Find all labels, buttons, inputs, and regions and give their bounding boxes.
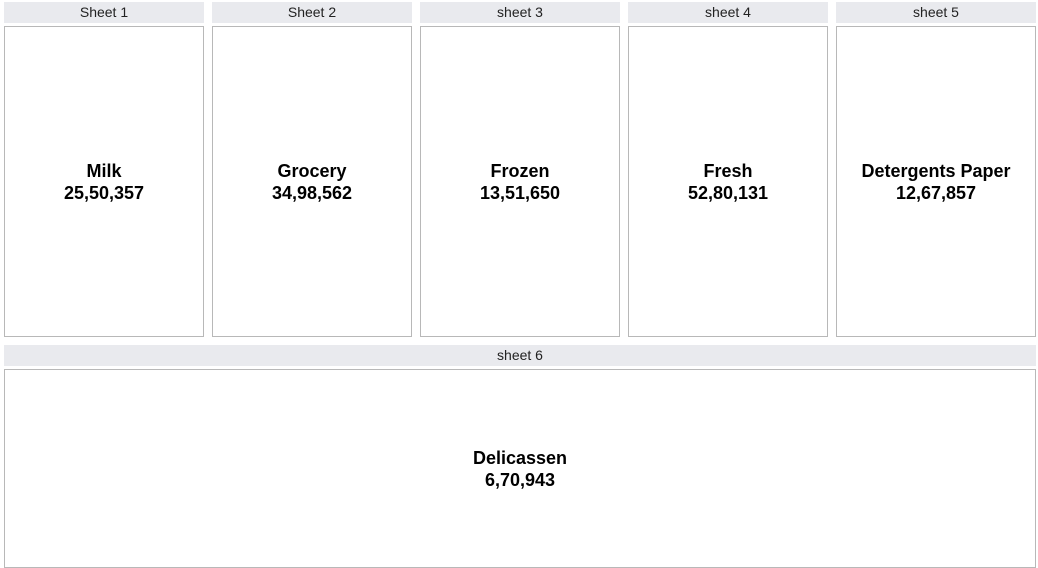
kpi-value: 25,50,357 (63, 182, 145, 203)
kpi-label: Detergents Paper (861, 160, 1011, 181)
kpi-value: 34,98,562 (271, 182, 353, 203)
kpi-value: 52,80,131 (687, 182, 769, 203)
kpi-value: 13,51,650 (479, 182, 561, 203)
kpi-label: Frozen (490, 160, 550, 181)
kpi-card-frozen: Frozen 13,51,650 (420, 26, 620, 337)
kpi-card-fresh: Fresh 52,80,131 (628, 26, 828, 337)
sheet-tab-4[interactable]: sheet 4 (628, 2, 828, 23)
kpi-label: Delicassen (472, 447, 568, 468)
sheet-tab-6[interactable]: sheet 6 (4, 345, 1036, 366)
kpi-value: 12,67,857 (895, 182, 977, 203)
sheet-tab-5[interactable]: sheet 5 (836, 2, 1036, 23)
kpi-card-delicassen: Delicassen 6,70,943 (4, 369, 1036, 568)
kpi-card-detergents-paper: Detergents Paper 12,67,857 (836, 26, 1036, 337)
sheet-tab-3[interactable]: sheet 3 (420, 2, 620, 23)
kpi-label: Milk (86, 160, 122, 181)
kpi-label: Grocery (277, 160, 347, 181)
kpi-card-grocery: Grocery 34,98,562 (212, 26, 412, 337)
kpi-value: 6,70,943 (484, 469, 556, 490)
sheet-tab-2[interactable]: Sheet 2 (212, 2, 412, 23)
sheet-tab-1[interactable]: Sheet 1 (4, 2, 204, 23)
kpi-label: Fresh (703, 160, 753, 181)
kpi-card-milk: Milk 25,50,357 (4, 26, 204, 337)
